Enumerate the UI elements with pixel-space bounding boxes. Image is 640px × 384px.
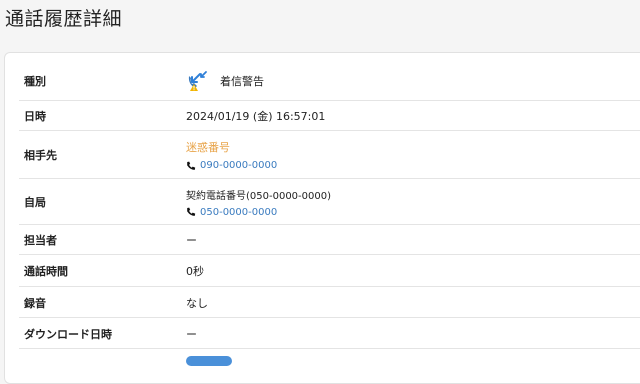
own-phone-number: 050-0000-0000 (200, 206, 278, 218)
recording-label: 録音 (24, 296, 46, 310)
partner-phone-link[interactable]: 090-0000-0000 (186, 160, 277, 171)
datetime-value: 2024/01/19 (金) 16:57:01 (186, 110, 326, 123)
partner-phone-number: 090-0000-0000 (200, 160, 278, 171)
datetime-label: 日時 (24, 110, 46, 123)
type-value: 着信警告 (186, 70, 264, 92)
detail-row-type: 種別 着信警告 (19, 62, 640, 100)
type-text: 着信警告 (220, 75, 264, 88)
detail-row-recording: 録音 なし (19, 286, 640, 318)
partner-label: 相手先 (24, 149, 57, 162)
detail-row-own: 自局 契約電話番号(050-0000-0000) 050-0000-0000 (19, 178, 640, 225)
staff-label: 担当者 (24, 234, 57, 247)
phone-icon (186, 207, 196, 217)
page-title: 通話履歴詳細 (5, 8, 123, 30)
download-label: ダウンロード日時 (24, 327, 112, 341)
detail-row-next (19, 348, 640, 369)
type-label: 種別 (24, 75, 46, 88)
own-label: 自局 (24, 196, 46, 209)
detail-row-duration: 通話時間 0秒 (19, 254, 640, 287)
phone-icon (186, 161, 196, 171)
duration-value: 0秒 (186, 265, 204, 278)
own-contract-number: 契約電話番号(050-0000-0000) (186, 190, 332, 202)
own-phone-link[interactable]: 050-0000-0000 (186, 207, 331, 218)
staff-value: ー (186, 234, 197, 247)
partially-visible-button[interactable] (186, 356, 232, 366)
detail-row-download: ダウンロード日時 ー (19, 317, 640, 349)
own-value: 契約電話番号(050-0000-0000) 050-0000-0000 (186, 187, 331, 218)
partner-value: 迷惑番号 090-0000-0000 (186, 139, 277, 171)
duration-label: 通話時間 (24, 265, 68, 278)
detail-row-datetime: 日時 2024/01/19 (金) 16:57:01 (19, 100, 640, 131)
incoming-call-warning-icon (186, 70, 212, 92)
download-value: ー (186, 327, 197, 341)
detail-row-partner: 相手先 迷惑番号 090-0000-0000 (19, 130, 640, 179)
partner-name: 迷惑番号 (186, 141, 230, 154)
recording-value: なし (186, 296, 208, 310)
detail-row-staff: 担当者 ー (19, 224, 640, 255)
